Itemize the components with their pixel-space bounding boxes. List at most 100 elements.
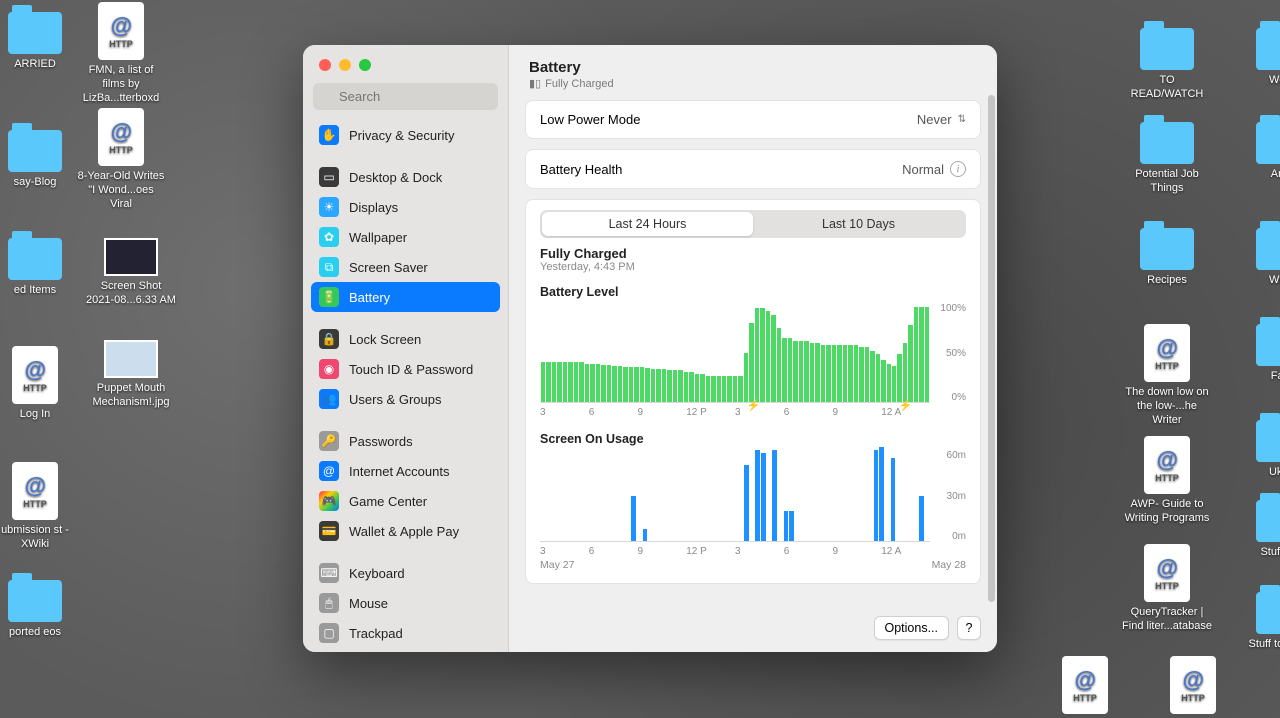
sidebar-item-label: Wallpaper <box>349 230 407 245</box>
desktop-file[interactable]: @HTTPAWP- Guide to Writing Programs <box>1122 436 1212 526</box>
sidebar-item-users-groups[interactable]: 👥 Users & Groups <box>311 384 500 414</box>
gc-icon: 🎮 <box>319 491 339 511</box>
desktop-file[interactable]: @HTTP <box>1040 656 1130 718</box>
sidebar-item-label: Lock Screen <box>349 332 421 347</box>
sidebar-item-label: Battery <box>349 290 390 305</box>
hand-icon: ✋ <box>319 125 339 145</box>
sidebar-item-label: Screen Saver <box>349 260 428 275</box>
fully-charged-time: Yesterday, 4:43 PM <box>540 261 966 273</box>
sidebar-item-trackpad[interactable]: ▢ Trackpad <box>311 618 500 648</box>
desktop-folder[interactable]: Fanfi <box>1238 324 1280 384</box>
low-power-label: Low Power Mode <box>540 112 640 127</box>
sidebar-item-printers-scanners[interactable]: 🖨Printers & Scanners <box>311 648 500 652</box>
desktop-file[interactable]: @HTTPLog In <box>0 346 80 422</box>
minimize-icon[interactable] <box>339 59 351 71</box>
sidebar-item-displays[interactable]: ☀Displays <box>311 192 500 222</box>
battery-level-chart: ⚡⚡ 100% 50% 0% <box>540 303 966 403</box>
sidebar-item-passwords[interactable]: 🔑Passwords <box>311 426 500 456</box>
batt-icon: 🔋 <box>319 287 339 307</box>
options-button[interactable]: Options... <box>874 616 950 640</box>
desktop-folder[interactable]: Writin <box>1238 228 1280 288</box>
desktop-file[interactable]: @HTTPThe down low on the low-...he Write… <box>1122 324 1212 427</box>
sidebar-item-wallpaper[interactable]: ✿ Wallpaper <box>311 222 500 252</box>
search-input[interactable] <box>313 83 498 110</box>
scrollbar[interactable] <box>988 95 995 602</box>
sidebar-item-label: Users & Groups <box>349 392 441 407</box>
desktop-file[interactable]: @HTTPQueryTracker | Find liter...atabase <box>1122 544 1212 634</box>
fully-charged-title: Fully Charged <box>540 246 966 261</box>
kb-icon: ⌨ <box>319 563 339 583</box>
desktop-folder[interactable]: ported eos <box>0 580 80 640</box>
users-icon: 👥 <box>319 389 339 409</box>
info-icon[interactable]: i <box>950 161 966 177</box>
sidebar-item-label: Keyboard <box>349 566 405 581</box>
sidebar-item-keyboard[interactable]: ⌨ Keyboard <box>311 558 500 588</box>
desktop-folder[interactable]: Art S <box>1238 122 1280 182</box>
sidebar-item-desktop-dock[interactable]: ▭Desktop & Dock <box>311 162 500 192</box>
sidebar-item-wallet-apple-pay[interactable]: 💳 Wallet & Apple Pay <box>311 516 500 546</box>
screen-on-chart: 60m 30m 0m <box>540 450 966 542</box>
wallet-icon: 💳 <box>319 521 339 541</box>
maximize-icon[interactable] <box>359 59 371 71</box>
sidebar-item-screen-saver[interactable]: ⧉Screen Saver <box>311 252 500 282</box>
battery-icon: ▮▯ <box>529 77 541 90</box>
sidebar-item-label: Mouse <box>349 596 388 611</box>
screen-on-title: Screen On Usage <box>540 432 966 446</box>
sidebar-item-label: Privacy & Security <box>349 128 454 143</box>
track-icon: ▢ <box>319 623 339 643</box>
page-subtitle: ▮▯ Fully Charged <box>529 77 977 90</box>
sidebar-item-label: Wallet & Apple Pay <box>349 524 459 539</box>
desktop-file[interactable]: @HTTP <box>1148 656 1238 718</box>
desktop-thumbnail[interactable]: Puppet Mouth Mechanism!.jpg <box>86 340 176 410</box>
desktop-folder[interactable]: ed Items <box>0 238 80 298</box>
desktop-folder[interactable]: Webc <box>1238 28 1280 88</box>
desktop-folder[interactable]: Stuff to Buy M <box>1238 592 1280 652</box>
desktop-folder[interactable]: Recipes <box>1122 228 1212 288</box>
sidebar-list[interactable]: ✋ Privacy & Security ▭Desktop & Dock☀Displ… <box>303 120 508 652</box>
tab-last-10-days[interactable]: Last 10 Days <box>753 212 964 236</box>
sidebar-item-privacy-security[interactable]: ✋ Privacy & Security <box>311 120 500 150</box>
mouse-icon: 🖱 <box>319 593 339 613</box>
tab-last-24-hours[interactable]: Last 24 Hours <box>542 212 753 236</box>
desktop-folder[interactable]: TO READ/WATCH <box>1122 28 1212 102</box>
system-settings-window: 🔍 ✋Privacy & Security▭Desktop & Dock☀Dis… <box>303 45 997 652</box>
at-icon: @ <box>319 461 339 481</box>
low-power-value: Never <box>917 112 952 127</box>
finger-icon: ◉ <box>319 359 339 379</box>
battery-health-label: Battery Health <box>540 162 622 177</box>
sidebar-item-internet-accounts[interactable]: @ Internet Accounts <box>311 456 500 486</box>
sidebar-item-battery[interactable]: 🔋 Battery <box>311 282 500 312</box>
battery-health-value: Normal <box>902 162 944 177</box>
sidebar-item-touch-id-password[interactable]: ◉Touch ID & Password <box>311 354 500 384</box>
desktop-file[interactable]: @HTTPFMN, a list of films by LizBa...tte… <box>76 2 166 105</box>
battery-level-title: Battery Level <box>540 285 966 299</box>
sidebar-item-lock-screen[interactable]: 🔒Lock Screen <box>311 324 500 354</box>
date-end: May 28 <box>932 559 966 571</box>
page-title: Battery <box>529 59 977 76</box>
battery-health-row[interactable]: Battery Health Normali <box>526 150 980 188</box>
desktop-folder[interactable]: Stuff to S <box>1238 500 1280 560</box>
sidebar-item-game-center[interactable]: 🎮 Game Center <box>311 486 500 516</box>
desktop-folder[interactable]: say-Blog <box>0 130 80 190</box>
flower-icon: ✿ <box>319 227 339 247</box>
sidebar: 🔍 ✋Privacy & Security▭Desktop & Dock☀Dis… <box>303 45 509 652</box>
desktop-folder[interactable]: ARRIED <box>0 12 80 72</box>
sidebar-item-label: Internet Accounts <box>349 464 449 479</box>
sidebar-item-mouse[interactable]: 🖱 Mouse <box>311 588 500 618</box>
desktop-file[interactable]: @HTTPubmission st - XWiki <box>0 462 80 552</box>
sidebar-item-label: Game Center <box>349 494 427 509</box>
date-start: May 27 <box>540 559 574 571</box>
sun-icon: ☀ <box>319 197 339 217</box>
sidebar-item-label: Passwords <box>349 434 413 449</box>
help-button[interactable]: ? <box>957 616 981 640</box>
time-range-segmented[interactable]: Last 24 Hours Last 10 Days <box>540 210 966 238</box>
desktop-thumbnail[interactable]: Screen Shot 2021-08...6.33 AM <box>86 238 176 308</box>
desktop-folder[interactable]: Potential Job Things <box>1122 122 1212 196</box>
sidebar-item-label: Trackpad <box>349 626 403 641</box>
low-power-mode-row[interactable]: Low Power Mode Never ⇅ <box>526 101 980 138</box>
chevron-updown-icon: ⇅ <box>958 114 966 125</box>
desktop-folder[interactable]: Ukule <box>1238 420 1280 480</box>
close-icon[interactable] <box>319 59 331 71</box>
sidebar-item-label: Desktop & Dock <box>349 170 442 185</box>
desktop-file[interactable]: @HTTP8-Year-Old Writes "I Wond...oes Vir… <box>76 108 166 211</box>
